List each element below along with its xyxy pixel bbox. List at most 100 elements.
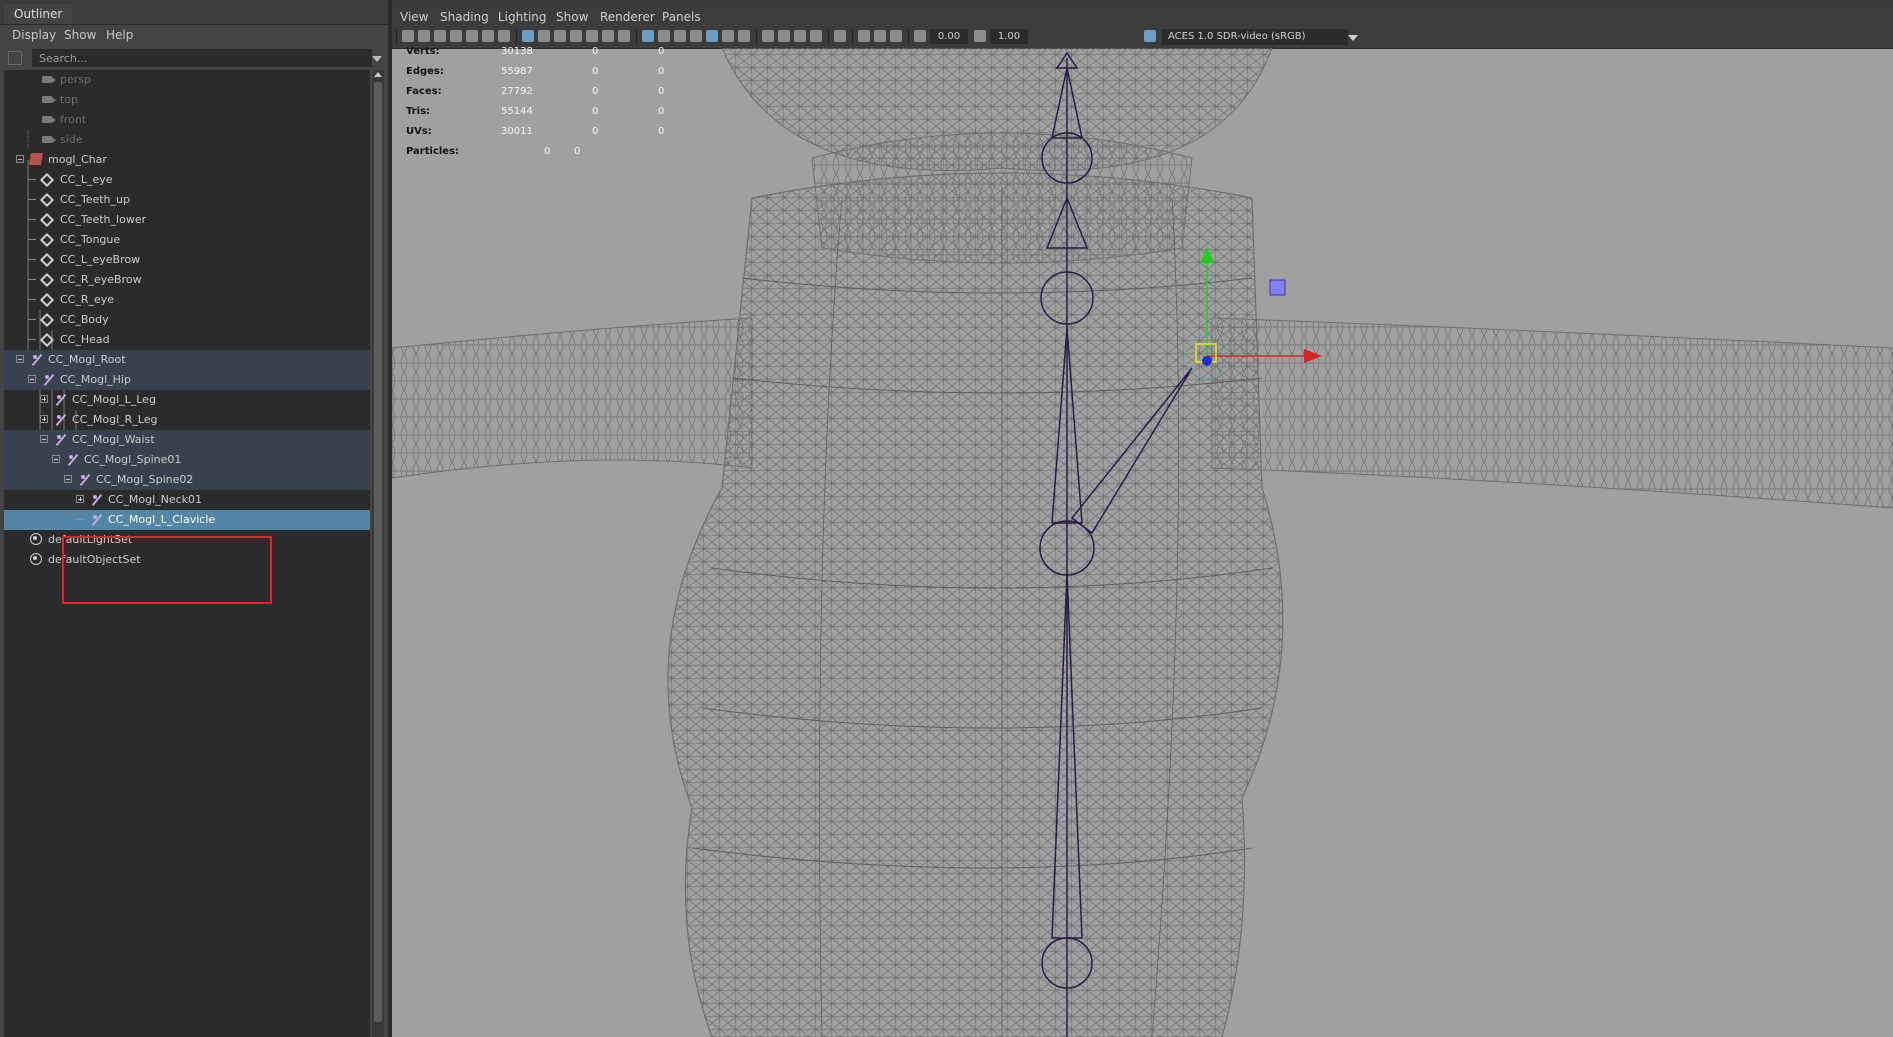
- search-row: [4, 49, 384, 69]
- outliner-row-cc-l-eye[interactable]: CC_L_eye: [4, 170, 370, 190]
- outliner-row-side[interactable]: side: [4, 130, 370, 150]
- scroll-thumb[interactable]: [374, 82, 382, 1022]
- hud-label: Verts:: [406, 46, 440, 57]
- exposure-field[interactable]: 0.00: [930, 29, 968, 44]
- wireframe-mesh[interactable]: [392, 48, 1893, 1037]
- bookmarks-icon[interactable]: [434, 30, 446, 42]
- outliner-row-cc-mogl-waist[interactable]: CC_Mogl_Waist: [4, 430, 370, 450]
- colorspace-chevron-down-icon[interactable]: [1348, 35, 1358, 41]
- gate-mask-icon[interactable]: [570, 30, 582, 42]
- menu-display[interactable]: Display: [12, 25, 56, 45]
- outliner-row-top[interactable]: top: [4, 90, 370, 110]
- expand-icon[interactable]: [76, 495, 84, 503]
- outliner-row-cc-mogl-root[interactable]: CC_Mogl_Root: [4, 350, 370, 370]
- smooth-shade-icon[interactable]: [658, 30, 670, 42]
- camera-select-icon[interactable]: [402, 30, 414, 42]
- outliner-row-cc-r-eyebrow[interactable]: CC_R_eyeBrow: [4, 270, 370, 290]
- collapse-icon[interactable]: [40, 435, 48, 443]
- ambient-occlusion-icon[interactable]: [762, 30, 774, 42]
- outliner-row-mogl-char[interactable]: mogl_Char: [4, 150, 370, 170]
- outliner-row-cc-mogl-spine02[interactable]: CC_Mogl_Spine02: [4, 470, 370, 490]
- field-chart-icon[interactable]: [586, 30, 598, 42]
- wireframe-icon[interactable]: [642, 30, 654, 42]
- xray-icon[interactable]: [706, 30, 718, 42]
- outliner-tab[interactable]: Outliner: [4, 4, 73, 24]
- outliner-row-cc-mogl-l-clavicle[interactable]: CC_Mogl_L_Clavicle: [4, 510, 370, 530]
- resolution-gate-icon[interactable]: [554, 30, 566, 42]
- collapse-icon[interactable]: [16, 355, 24, 363]
- anti-aliasing-icon[interactable]: [794, 30, 806, 42]
- 2d-pan-zoom-icon[interactable]: [482, 30, 494, 42]
- backface-culling-icon[interactable]: [890, 30, 902, 42]
- scroll-up-icon[interactable]: [374, 72, 382, 77]
- grease-pencil-icon[interactable]: [498, 30, 510, 42]
- camera-attributes-icon[interactable]: [418, 30, 430, 42]
- menu-lighting[interactable]: Lighting: [498, 8, 547, 26]
- xray-joints-icon[interactable]: [858, 30, 870, 42]
- isolate-select-icon[interactable]: [834, 30, 846, 42]
- outliner-row-cc-mogl-spine01[interactable]: CC_Mogl_Spine01: [4, 450, 370, 470]
- outliner-item-label: CC_Tongue: [60, 233, 121, 246]
- outliner-row-cc-mogl-hip[interactable]: CC_Mogl_Hip: [4, 370, 370, 390]
- menu-view[interactable]: View: [400, 8, 428, 26]
- gamma-field[interactable]: 1.00: [990, 29, 1028, 44]
- search-dropdown-icon[interactable]: [372, 56, 382, 62]
- collapse-icon[interactable]: [52, 455, 60, 463]
- expand-icon[interactable]: [40, 415, 48, 423]
- motion-blur-icon[interactable]: [778, 30, 790, 42]
- collapse-icon[interactable]: [64, 475, 72, 483]
- mesh-icon: [39, 332, 55, 348]
- outliner-item-label: CC_Mogl_Spine01: [84, 453, 182, 466]
- character-icon: [28, 153, 44, 165]
- image-plane-icon[interactable]: [466, 30, 478, 42]
- outliner-row-cc-teeth-lower[interactable]: CC_Teeth_lower: [4, 210, 370, 230]
- outliner-row-defaultobjectset[interactable]: defaultObjectSet: [4, 550, 370, 570]
- safe-action-icon[interactable]: [602, 30, 614, 42]
- outliner-row-cc-mogl-l-leg[interactable]: CC_Mogl_L_Leg: [4, 390, 370, 410]
- collapse-icon[interactable]: [16, 155, 24, 163]
- outliner-row-cc-r-eye[interactable]: CC_R_eye: [4, 290, 370, 310]
- outliner-row-cc-l-eyebrow[interactable]: CC_L_eyeBrow: [4, 250, 370, 270]
- menu-show[interactable]: Show: [64, 25, 96, 45]
- hud-value: 30138: [501, 46, 533, 57]
- exposure-icon[interactable]: [914, 30, 926, 42]
- menu-help[interactable]: Help: [106, 25, 133, 45]
- outliner-row-cc-mogl-r-leg[interactable]: CC_Mogl_R_Leg: [4, 410, 370, 430]
- joint-icon: [30, 353, 44, 367]
- viewport-3d-scene[interactable]: [392, 48, 1893, 1037]
- outliner-row-cc-teeth-up[interactable]: CC_Teeth_up: [4, 190, 370, 210]
- bookmark-icon[interactable]: [450, 30, 462, 42]
- lights-icon[interactable]: [722, 30, 734, 42]
- viewport-top-strip: [392, 0, 1893, 8]
- search-input[interactable]: [32, 49, 372, 67]
- menu-panels[interactable]: Panels: [662, 8, 701, 26]
- grid-icon[interactable]: [522, 30, 534, 42]
- colorspace-dropdown[interactable]: ACES 1.0 SDR-video (sRGB): [1162, 29, 1348, 45]
- outliner-row-front[interactable]: front: [4, 110, 370, 130]
- outliner-row-defaultlightset[interactable]: defaultLightSet: [4, 530, 370, 550]
- hud-value: 55144: [501, 106, 533, 117]
- depth-of-field-icon[interactable]: [810, 30, 822, 42]
- outliner-scrollbar[interactable]: [372, 70, 384, 1037]
- collapse-icon[interactable]: [28, 375, 36, 383]
- film-gate-icon[interactable]: [538, 30, 550, 42]
- outliner-row-cc-head[interactable]: CC_Head: [4, 330, 370, 350]
- shadows-icon[interactable]: [738, 30, 750, 42]
- menu-shading[interactable]: Shading: [440, 8, 489, 26]
- viewport-panel[interactable]: View Shading Lighting Show Renderer Pane…: [392, 0, 1893, 1037]
- safe-title-icon[interactable]: [618, 30, 630, 42]
- default-material-icon[interactable]: [674, 30, 686, 42]
- menu-renderer[interactable]: Renderer: [600, 8, 655, 26]
- xray-active-icon[interactable]: [874, 30, 886, 42]
- menu-show[interactable]: Show: [556, 8, 588, 26]
- outliner-row-cc-mogl-neck01[interactable]: CC_Mogl_Neck01: [4, 490, 370, 510]
- expand-icon[interactable]: [40, 395, 48, 403]
- outliner-row-cc-tongue[interactable]: CC_Tongue: [4, 230, 370, 250]
- gamma-icon[interactable]: [974, 30, 986, 42]
- outliner-row-persp[interactable]: persp: [4, 70, 370, 90]
- wireframe-on-shaded-icon[interactable]: [690, 30, 702, 42]
- outliner-row-cc-body[interactable]: CC_Body: [4, 310, 370, 330]
- color-management-icon[interactable]: [1144, 30, 1156, 42]
- set-icon: [30, 553, 42, 565]
- filter-icon[interactable]: [8, 51, 22, 65]
